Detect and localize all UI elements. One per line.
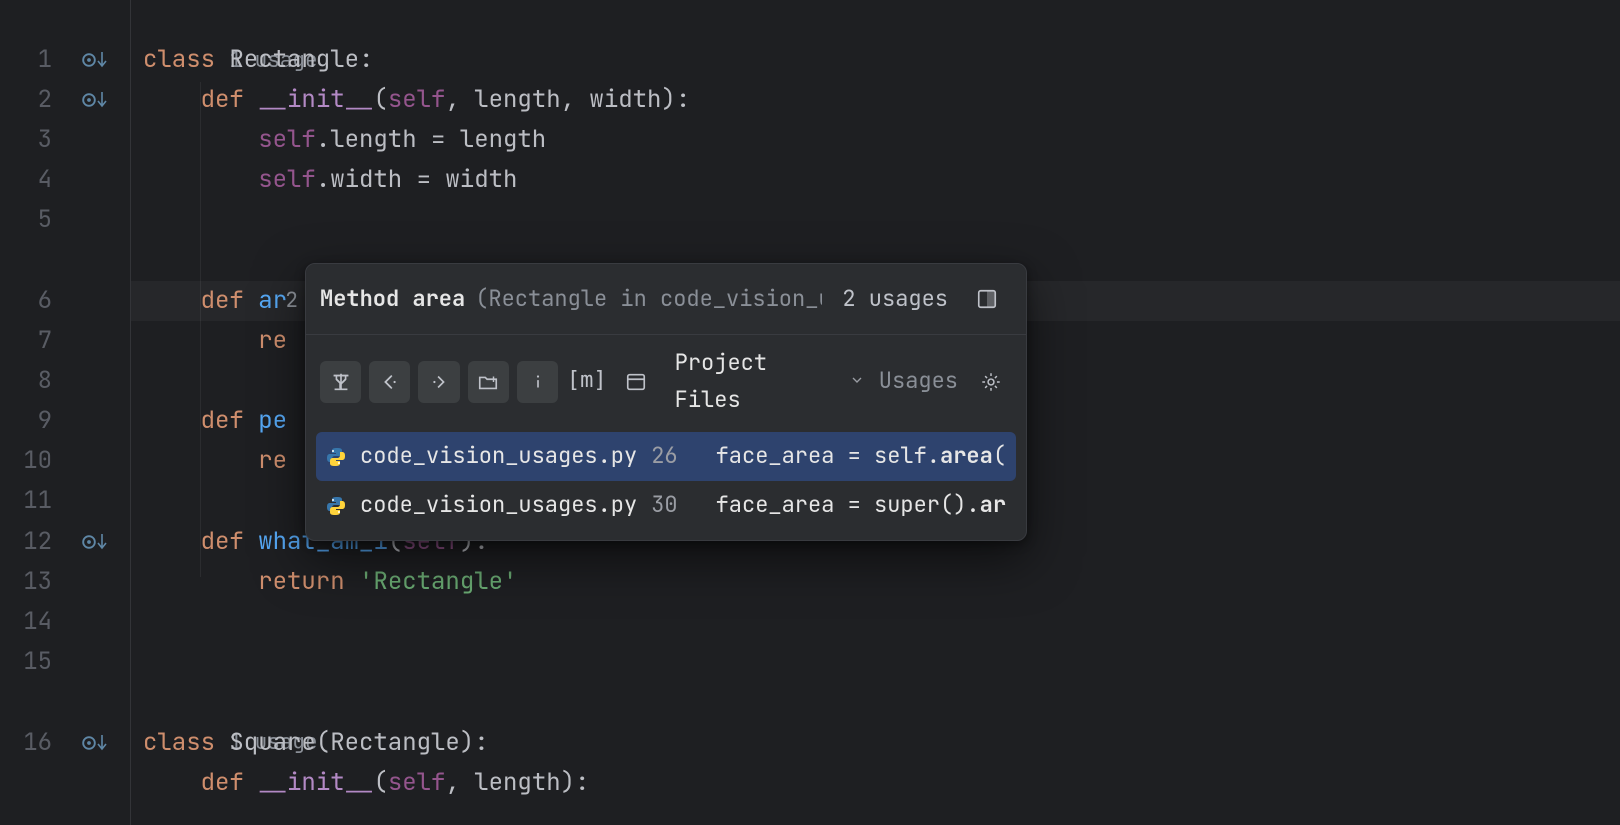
usages-popup-header: Method area (Rectangle in code_vision_us…: [306, 264, 1026, 334]
gutter-row[interactable]: 7: [0, 321, 130, 361]
gutter-marks: [60, 48, 130, 72]
gutter-row[interactable]: 15: [0, 642, 130, 682]
gutter-row[interactable]: 1: [0, 40, 130, 80]
python-file-icon: [326, 496, 346, 516]
line-number: 12: [0, 522, 60, 562]
gutter-row[interactable]: 6: [0, 281, 130, 321]
scope-selector-label: Project Files: [675, 345, 843, 418]
usage-line: 26: [651, 438, 677, 475]
settings-icon[interactable]: [970, 361, 1012, 403]
code-line[interactable]: class Rectangle:: [131, 40, 1620, 80]
usages-popup-toolbar: [m] Project Files Usages: [306, 334, 1026, 428]
python-file-icon: [326, 447, 346, 467]
gutter-row[interactable]: 16: [0, 723, 130, 763]
code-line[interactable]: def __init__(self, length):: [131, 763, 1620, 803]
gutter-row[interactable]: 14: [0, 602, 130, 642]
code-line[interactable]: class Square(Rectangle):: [131, 723, 1620, 763]
editor-gutter: 12345678910111213141516: [0, 0, 131, 825]
code-line[interactable]: self.length = length: [131, 120, 1620, 160]
gutter-row[interactable]: 10: [0, 441, 130, 481]
line-number: 7: [0, 321, 60, 361]
line-number: 10: [0, 441, 60, 481]
line-number: 1: [0, 40, 60, 80]
code-line[interactable]: return 'Rectangle': [131, 562, 1620, 602]
line-number: 4: [0, 160, 60, 200]
prev-occurrence-icon[interactable]: [369, 361, 410, 403]
popup-context: (Rectangle in code_vision_us: [475, 281, 822, 318]
usage-row[interactable]: code_vision_usages.py 26 face_area = self.…: [316, 432, 1016, 481]
next-occurrence-icon[interactable]: [418, 361, 459, 403]
scope-selector[interactable]: Project Files: [665, 345, 871, 418]
new-folder-icon[interactable]: [468, 361, 509, 403]
implements-override-icon[interactable]: [82, 88, 107, 112]
code-line[interactable]: [131, 200, 1620, 240]
line-number: 11: [0, 481, 60, 521]
implements-override-icon[interactable]: [82, 731, 107, 755]
code-line[interactable]: self.width = width: [131, 160, 1620, 200]
pin-results-icon[interactable]: [320, 361, 361, 403]
line-number: 9: [0, 401, 60, 441]
code-line[interactable]: [131, 642, 1620, 682]
usage-row[interactable]: code_vision_usages.py 30 face_area = super…: [316, 481, 1016, 530]
gutter-marks: [60, 88, 130, 112]
gutter-row[interactable]: 13: [0, 562, 130, 602]
preview-panel-icon[interactable]: [615, 361, 656, 403]
code-lens[interactable]: 1 usage: [131, 0, 1620, 40]
gutter-row[interactable]: 3: [0, 120, 130, 160]
popup-title: Method area: [320, 281, 465, 318]
line-number: 14: [0, 602, 60, 642]
usages-list: code_vision_usages.py 26 face_area = self.…: [306, 428, 1026, 539]
line-number: 5: [0, 200, 60, 240]
line-number: 15: [0, 642, 60, 682]
gutter-row[interactable]: 11: [0, 481, 130, 521]
code-line[interactable]: [131, 602, 1620, 642]
gutter-row[interactable]: 4: [0, 160, 130, 200]
usage-snippet: face_area = self.area(): [716, 438, 1006, 475]
line-number: 2: [0, 80, 60, 120]
info-icon[interactable]: [517, 361, 558, 403]
code-editor[interactable]: 12345678910111213141516 1 usage class Re…: [0, 0, 1620, 825]
line-number: 16: [0, 723, 60, 763]
open-in-toolwindow-icon[interactable]: [966, 278, 1008, 320]
gutter-row[interactable]: 8: [0, 361, 130, 401]
implements-override-icon[interactable]: [82, 530, 107, 554]
code-line[interactable]: def __init__(self, length, width):: [131, 80, 1620, 120]
gutter-marks: [60, 731, 130, 755]
usage-file: code_vision_usages.py: [360, 438, 637, 475]
usage-line: 30: [651, 487, 677, 524]
usage-snippet: face_area = super().area(: [716, 487, 1006, 524]
usages-popup[interactable]: Method area (Rectangle in code_vision_us…: [305, 263, 1027, 541]
filter-method-icon[interactable]: [m]: [566, 361, 607, 403]
implements-override-icon[interactable]: [82, 48, 107, 72]
code-lens[interactable]: 1 usage: [131, 682, 1620, 722]
gutter-row[interactable]: 9: [0, 401, 130, 441]
gutter-row[interactable]: 2: [0, 80, 130, 120]
gutter-marks: [60, 530, 130, 554]
line-number: 13: [0, 562, 60, 602]
gutter-row[interactable]: 12: [0, 522, 130, 562]
gutter-row[interactable]: 5: [0, 200, 130, 240]
line-number: 3: [0, 120, 60, 160]
line-number: 8: [0, 361, 60, 401]
usage-file: code_vision_usages.py: [360, 487, 637, 524]
line-number: 6: [0, 281, 60, 321]
chevron-down-icon: [849, 363, 865, 400]
popup-count: 2 usages: [842, 281, 948, 318]
usages-label: Usages: [879, 363, 958, 400]
